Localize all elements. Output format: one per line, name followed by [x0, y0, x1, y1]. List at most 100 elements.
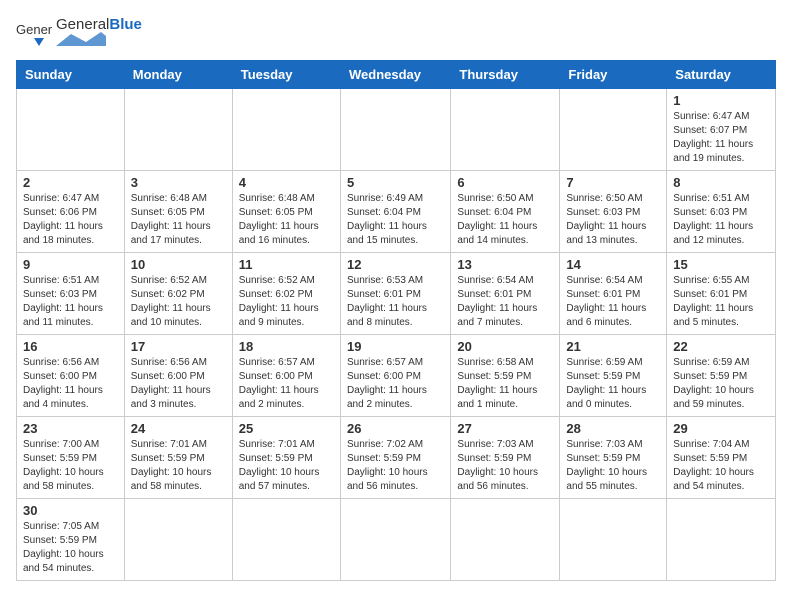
day-number: 4	[239, 175, 334, 190]
calendar-cell	[451, 499, 560, 581]
calendar-cell: 7 Sunrise: 6:50 AM Sunset: 6:03 PM Daylig…	[560, 171, 667, 253]
day-number: 20	[457, 339, 553, 354]
day-info: Sunrise: 7:01 AM Sunset: 5:59 PM Dayligh…	[239, 438, 334, 494]
day-number: 7	[566, 175, 660, 190]
day-number: 22	[673, 339, 769, 354]
weekday-header-saturday: Saturday	[667, 61, 776, 89]
day-info: Sunrise: 6:55 AM Sunset: 6:01 PM Dayligh…	[673, 274, 769, 330]
day-info: Sunrise: 7:05 AM Sunset: 5:59 PM Dayligh…	[23, 520, 118, 576]
calendar-cell: 17Sunrise: 6:56 AM Sunset: 6:00 PM Dayli…	[124, 335, 232, 417]
weekday-header-wednesday: Wednesday	[340, 61, 450, 89]
calendar-cell	[124, 89, 232, 171]
calendar-cell: 13Sunrise: 6:54 AM Sunset: 6:01 PM Dayli…	[451, 253, 560, 335]
weekday-header-monday: Monday	[124, 61, 232, 89]
day-number: 16	[23, 339, 118, 354]
logo-wave	[56, 32, 106, 46]
day-number: 29	[673, 421, 769, 436]
calendar-cell: 14 Sunrise: 6:54 AM Sunset: 6:01 PM Dayli…	[560, 253, 667, 335]
calendar-week-row-2: 9Sunrise: 6:51 AM Sunset: 6:03 PM Daylig…	[17, 253, 776, 335]
day-number: 17	[131, 339, 226, 354]
day-info: Sunrise: 6:50 AM Sunset: 6:04 PM Dayligh…	[457, 192, 553, 248]
day-info: Sunrise: 6:54 AM Sunset: 6:01 PM Dayligh…	[566, 274, 660, 330]
calendar-cell: 10 Sunrise: 6:52 AM Sunset: 6:02 PM Dayli…	[124, 253, 232, 335]
day-number: 10	[131, 257, 226, 272]
day-number: 1	[673, 93, 769, 108]
header: General GeneralBlue	[16, 16, 776, 52]
day-number: 25	[239, 421, 334, 436]
day-info: Sunrise: 6:48 AM Sunset: 6:05 PM Dayligh…	[131, 192, 226, 248]
logo-icon: General	[16, 16, 52, 52]
day-number: 19	[347, 339, 444, 354]
day-info: Sunrise: 6:53 AM Sunset: 6:01 PM Dayligh…	[347, 274, 444, 330]
day-number: 13	[457, 257, 553, 272]
calendar-week-row-3: 16 Sunrise: 6:56 AM Sunset: 6:00 PM Dayli…	[17, 335, 776, 417]
calendar-cell	[232, 89, 340, 171]
calendar-cell: 8 Sunrise: 6:51 AM Sunset: 6:03 PM Daylig…	[667, 171, 776, 253]
day-number: 30	[23, 503, 118, 518]
weekday-header-thursday: Thursday	[451, 61, 560, 89]
day-info: Sunrise: 6:51 AM Sunset: 6:03 PM Dayligh…	[23, 274, 118, 330]
day-number: 26	[347, 421, 444, 436]
day-info: Sunrise: 6:52 AM Sunset: 6:02 PM Dayligh…	[239, 274, 334, 330]
day-info: Sunrise: 6:47 AM Sunset: 6:07 PM Dayligh…	[673, 110, 769, 166]
day-info: Sunrise: 6:51 AM Sunset: 6:03 PM Dayligh…	[673, 192, 769, 248]
svg-text:General: General	[16, 22, 52, 37]
day-number: 15	[673, 257, 769, 272]
page: General GeneralBlue SundayMondayTue	[0, 0, 792, 597]
day-number: 23	[23, 421, 118, 436]
calendar-week-row-5: 30 Sunrise: 7:05 AM Sunset: 5:59 PM Dayli…	[17, 499, 776, 581]
calendar-week-row-4: 23 Sunrise: 7:00 AM Sunset: 5:59 PM Dayli…	[17, 417, 776, 499]
day-number: 14	[566, 257, 660, 272]
day-info: Sunrise: 6:56 AM Sunset: 6:00 PM Dayligh…	[23, 356, 118, 412]
calendar-cell: 9Sunrise: 6:51 AM Sunset: 6:03 PM Daylig…	[17, 253, 125, 335]
day-info: Sunrise: 7:00 AM Sunset: 5:59 PM Dayligh…	[23, 438, 118, 494]
calendar-cell: 5 Sunrise: 6:49 AM Sunset: 6:04 PM Daylig…	[340, 171, 450, 253]
day-info: Sunrise: 6:48 AM Sunset: 6:05 PM Dayligh…	[239, 192, 334, 248]
day-info: Sunrise: 6:59 AM Sunset: 5:59 PM Dayligh…	[566, 356, 660, 412]
calendar-table: SundayMondayTuesdayWednesdayThursdayFrid…	[16, 60, 776, 581]
day-info: Sunrise: 6:50 AM Sunset: 6:03 PM Dayligh…	[566, 192, 660, 248]
day-number: 24	[131, 421, 226, 436]
calendar-cell: 23 Sunrise: 7:00 AM Sunset: 5:59 PM Dayli…	[17, 417, 125, 499]
day-info: Sunrise: 7:03 AM Sunset: 5:59 PM Dayligh…	[566, 438, 660, 494]
calendar-cell: 24Sunrise: 7:01 AM Sunset: 5:59 PM Dayli…	[124, 417, 232, 499]
calendar-week-row-0: 1 Sunrise: 6:47 AM Sunset: 6:07 PM Daylig…	[17, 89, 776, 171]
day-number: 5	[347, 175, 444, 190]
day-number: 21	[566, 339, 660, 354]
day-info: Sunrise: 6:47 AM Sunset: 6:06 PM Dayligh…	[23, 192, 118, 248]
day-info: Sunrise: 6:57 AM Sunset: 6:00 PM Dayligh…	[239, 356, 334, 412]
calendar-cell: 19Sunrise: 6:57 AM Sunset: 6:00 PM Dayli…	[340, 335, 450, 417]
calendar-cell: 3Sunrise: 6:48 AM Sunset: 6:05 PM Daylig…	[124, 171, 232, 253]
calendar-cell	[17, 89, 125, 171]
day-info: Sunrise: 6:52 AM Sunset: 6:02 PM Dayligh…	[131, 274, 226, 330]
calendar-cell	[124, 499, 232, 581]
calendar-cell: 2 Sunrise: 6:47 AM Sunset: 6:06 PM Daylig…	[17, 171, 125, 253]
weekday-header-sunday: Sunday	[17, 61, 125, 89]
calendar-cell: 4 Sunrise: 6:48 AM Sunset: 6:05 PM Daylig…	[232, 171, 340, 253]
day-number: 2	[23, 175, 118, 190]
calendar-cell	[340, 89, 450, 171]
day-number: 28	[566, 421, 660, 436]
calendar-cell: 27Sunrise: 7:03 AM Sunset: 5:59 PM Dayli…	[451, 417, 560, 499]
calendar-cell: 26 Sunrise: 7:02 AM Sunset: 5:59 PM Dayli…	[340, 417, 450, 499]
calendar-cell: 18 Sunrise: 6:57 AM Sunset: 6:00 PM Dayli…	[232, 335, 340, 417]
calendar-cell	[560, 89, 667, 171]
day-number: 6	[457, 175, 553, 190]
day-number: 27	[457, 421, 553, 436]
day-info: Sunrise: 6:49 AM Sunset: 6:04 PM Dayligh…	[347, 192, 444, 248]
day-info: Sunrise: 7:02 AM Sunset: 5:59 PM Dayligh…	[347, 438, 444, 494]
calendar-cell: 20Sunrise: 6:58 AM Sunset: 5:59 PM Dayli…	[451, 335, 560, 417]
calendar-cell: 11Sunrise: 6:52 AM Sunset: 6:02 PM Dayli…	[232, 253, 340, 335]
day-number: 18	[239, 339, 334, 354]
logo: General GeneralBlue	[16, 16, 142, 52]
calendar-cell: 6 Sunrise: 6:50 AM Sunset: 6:04 PM Daylig…	[451, 171, 560, 253]
calendar-cell: 29Sunrise: 7:04 AM Sunset: 5:59 PM Dayli…	[667, 417, 776, 499]
weekday-header-tuesday: Tuesday	[232, 61, 340, 89]
day-number: 12	[347, 257, 444, 272]
calendar-cell: 22Sunrise: 6:59 AM Sunset: 5:59 PM Dayli…	[667, 335, 776, 417]
calendar-cell: 1 Sunrise: 6:47 AM Sunset: 6:07 PM Daylig…	[667, 89, 776, 171]
weekday-header-friday: Friday	[560, 61, 667, 89]
day-number: 8	[673, 175, 769, 190]
calendar-cell: 28 Sunrise: 7:03 AM Sunset: 5:59 PM Dayli…	[560, 417, 667, 499]
calendar-cell	[340, 499, 450, 581]
